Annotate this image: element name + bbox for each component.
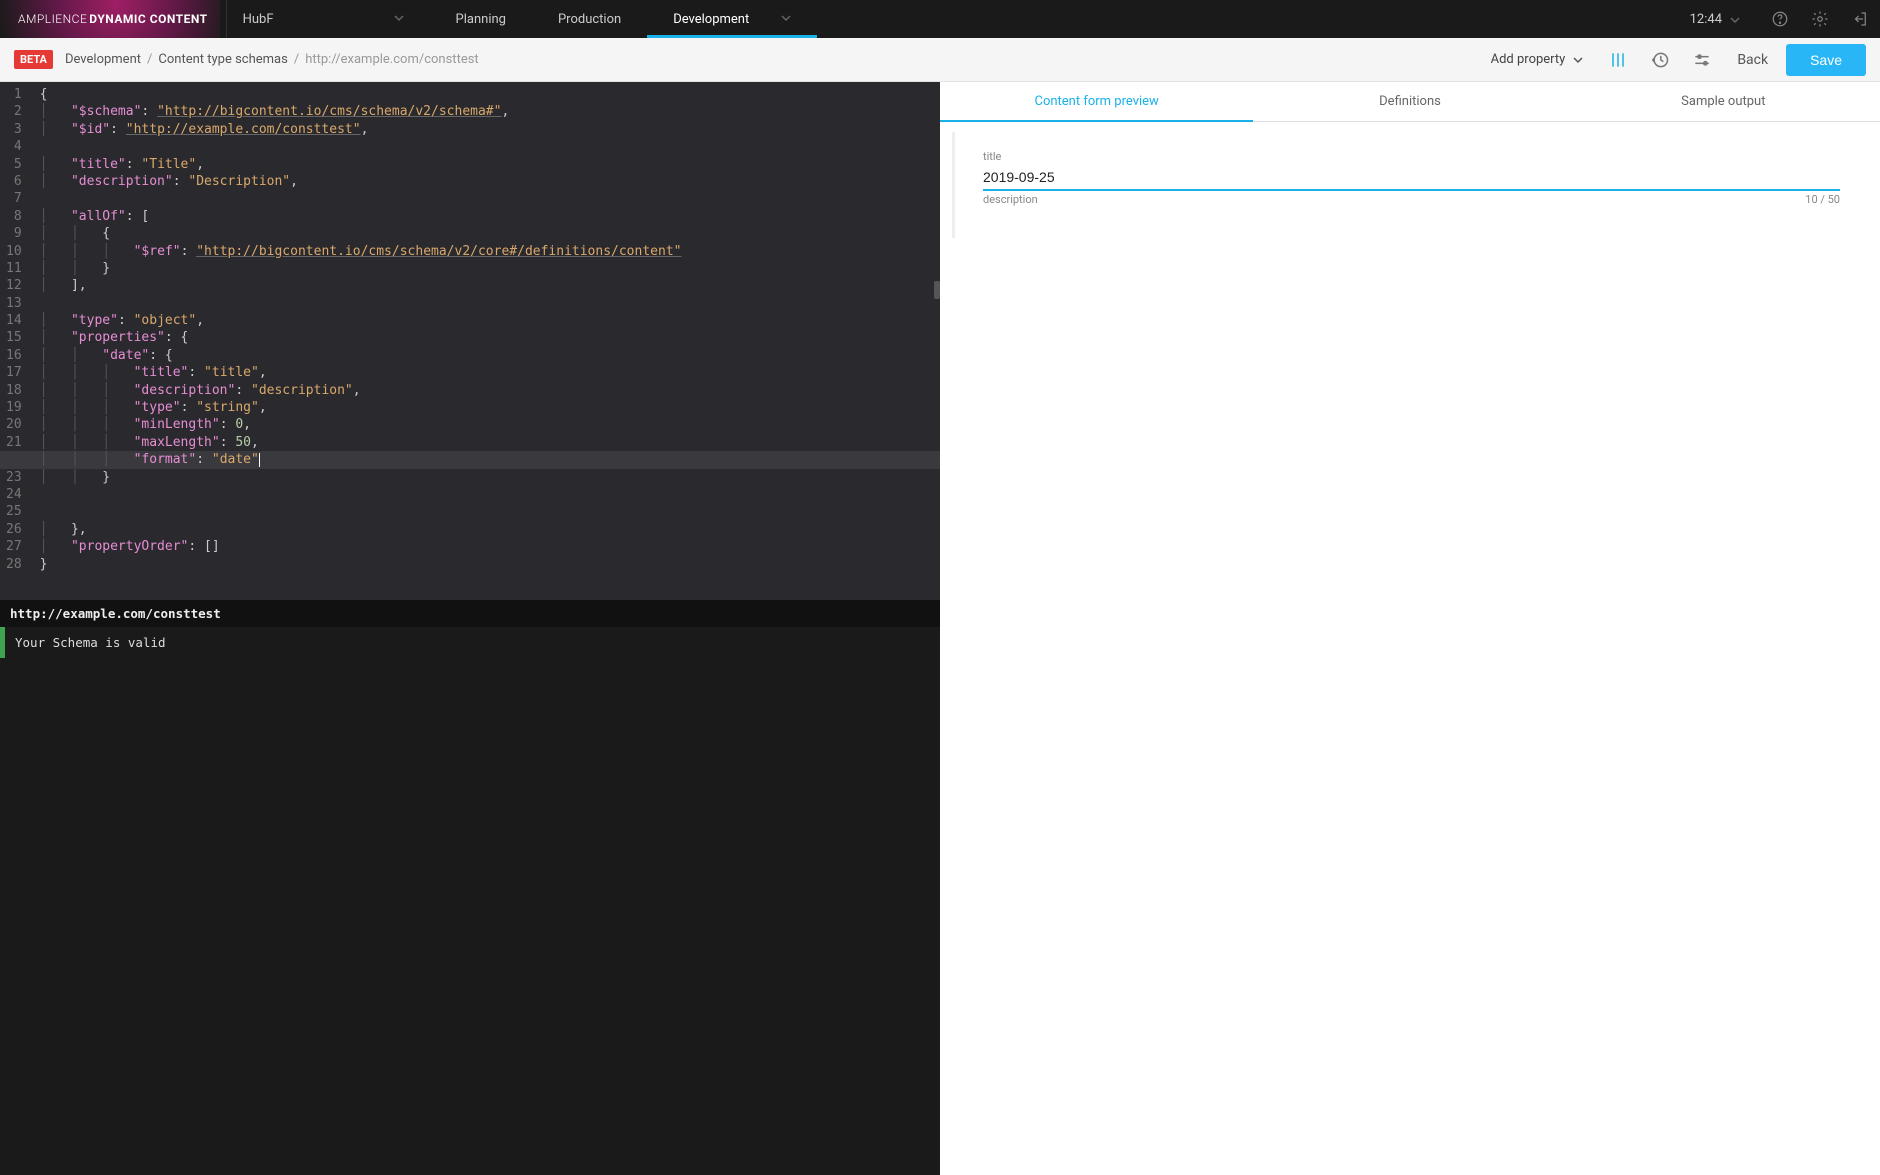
breadcrumb: Development / Content type schemas / htt… — [65, 52, 479, 67]
char-counter: 10 / 50 — [1805, 193, 1840, 206]
preview-pane: Content form preview Definitions Sample … — [940, 82, 1880, 1175]
add-property-button[interactable]: Add property — [1481, 46, 1594, 73]
preview-tabs: Content form preview Definitions Sample … — [940, 82, 1880, 122]
tab-sample-output[interactable]: Sample output — [1567, 82, 1880, 121]
nav-tabs: Planning Production Development — [430, 0, 818, 38]
gear-icon[interactable] — [1800, 0, 1840, 38]
line-gutter: 1234567891011121314151617181920212223242… — [0, 82, 32, 600]
split-view-icon[interactable] — [1601, 43, 1635, 77]
field-title-label: title — [983, 150, 1840, 163]
tab-content-form-preview[interactable]: Content form preview — [940, 82, 1253, 121]
chevron-down-icon — [394, 12, 404, 27]
brand-light: AMPLIENCE — [18, 12, 87, 26]
editor-pane: 1234567891011121314151617181920212223242… — [0, 82, 940, 1175]
status-fill — [0, 658, 940, 1175]
beta-badge: BETA — [14, 50, 53, 69]
chevron-down-icon[interactable] — [1730, 10, 1740, 29]
top-nav: AMPLIENCE DYNAMIC CONTENT HubF Planning … — [0, 0, 1880, 38]
hub-name: HubF — [243, 12, 274, 27]
status-url: http://example.com/consttest — [0, 600, 940, 627]
hub-selector[interactable]: HubF — [227, 0, 420, 38]
main-split: 1234567891011121314151617181920212223242… — [0, 82, 1880, 1175]
status-message: Your Schema is valid — [0, 627, 940, 658]
code-editor[interactable]: 1234567891011121314151617181920212223242… — [0, 82, 940, 600]
back-button[interactable]: Back — [1727, 52, 1778, 68]
save-button[interactable]: Save — [1786, 44, 1866, 76]
nav-development[interactable]: Development — [647, 0, 817, 38]
field-desc-label: description — [983, 193, 1038, 206]
preview-form: title description 10 / 50 — [952, 132, 1868, 238]
code-area[interactable]: {│ "$schema": "http://bigcontent.io/cms/… — [32, 82, 940, 600]
field-title: title description 10 / 50 — [983, 150, 1840, 206]
sub-header: BETA Development / Content type schemas … — [0, 38, 1880, 82]
chevron-down-icon — [781, 12, 791, 27]
brand: AMPLIENCE DYNAMIC CONTENT — [0, 0, 227, 38]
title-input[interactable] — [983, 165, 1840, 191]
settings-sliders-icon[interactable] — [1685, 43, 1719, 77]
nav-right: 12:44 — [1682, 0, 1880, 38]
toolbar: Add property Back Save — [1481, 43, 1866, 77]
crumb-schemas[interactable]: Content type schemas — [158, 52, 287, 67]
history-icon[interactable] — [1643, 43, 1677, 77]
tab-definitions[interactable]: Definitions — [1253, 82, 1566, 121]
crumb-current: http://example.com/consttest — [305, 52, 478, 67]
clock: 12:44 — [1682, 12, 1730, 27]
nav-planning[interactable]: Planning — [430, 0, 532, 38]
logout-icon[interactable] — [1840, 0, 1880, 38]
nav-production[interactable]: Production — [532, 0, 647, 38]
brand-bold: DYNAMIC CONTENT — [89, 12, 207, 26]
crumb-development[interactable]: Development — [65, 52, 141, 67]
help-icon[interactable] — [1760, 0, 1800, 38]
